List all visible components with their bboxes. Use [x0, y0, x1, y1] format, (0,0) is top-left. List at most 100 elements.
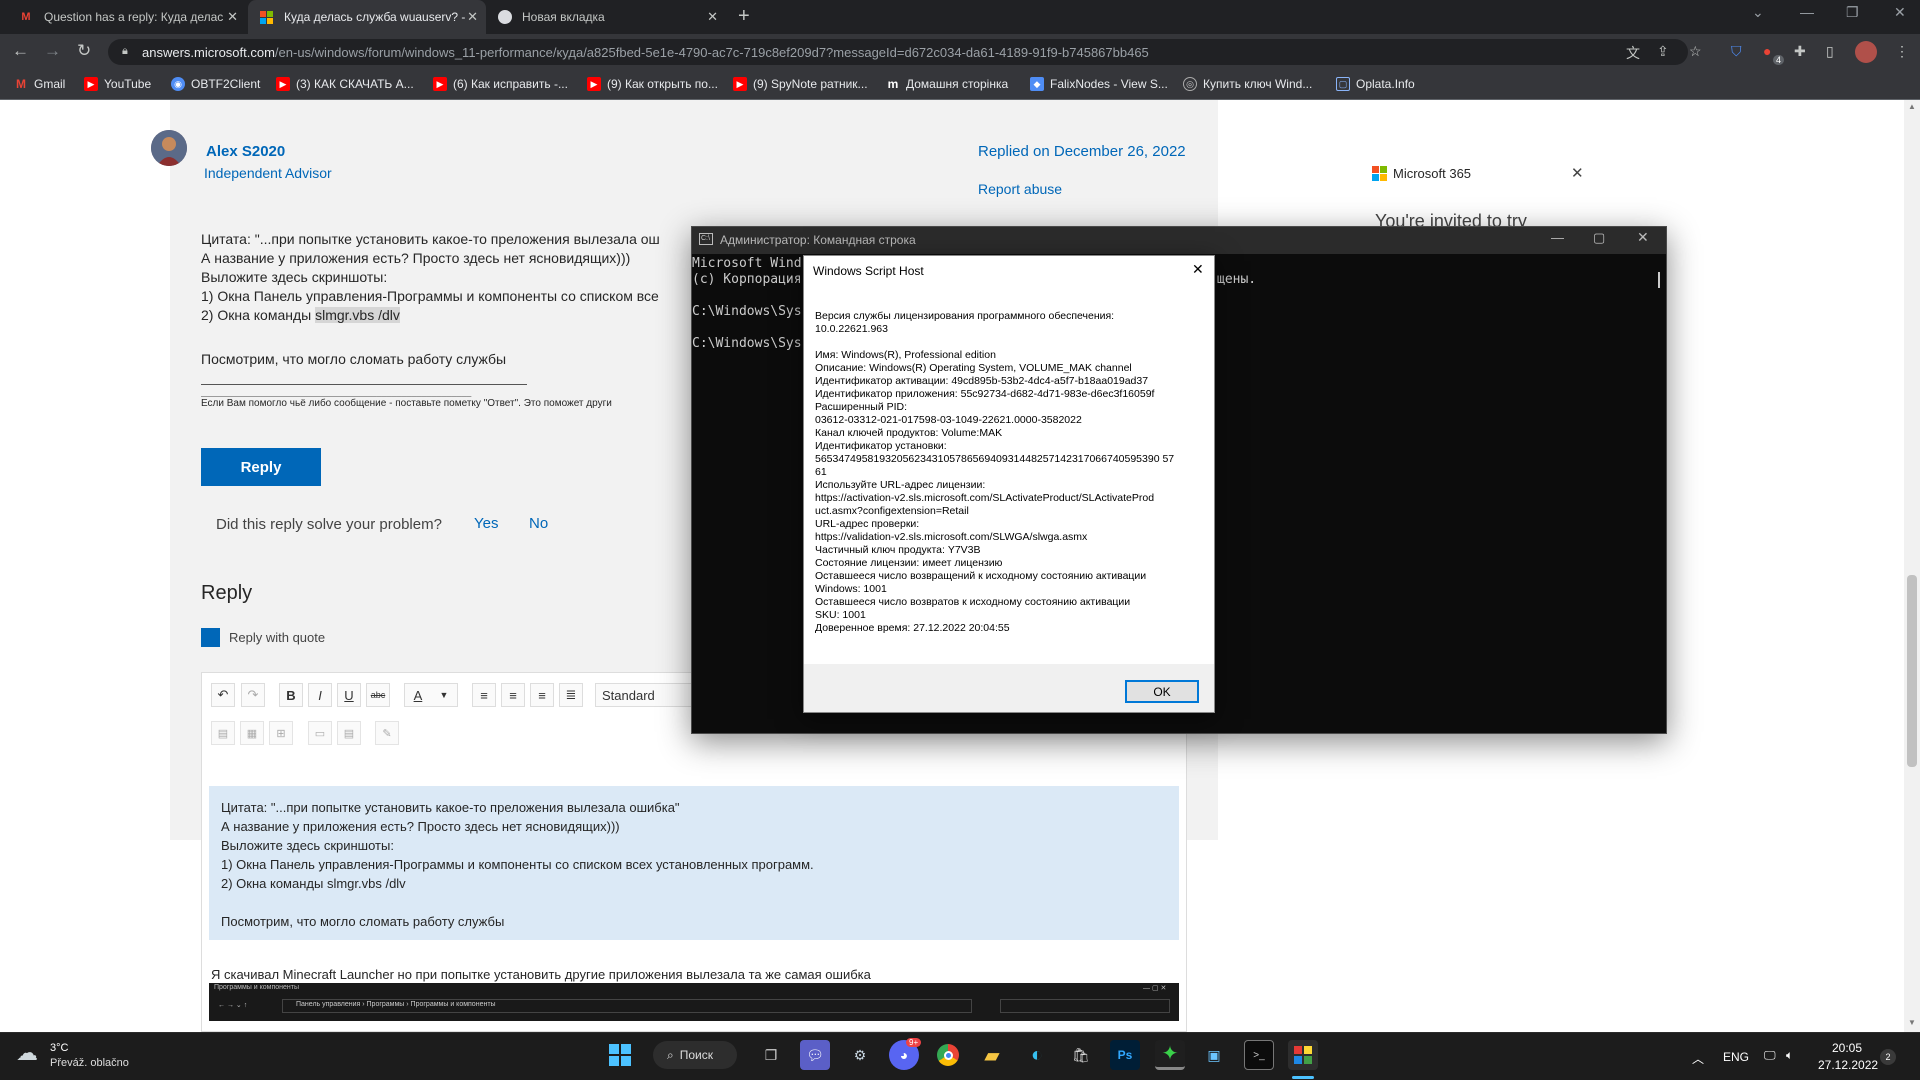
back-button[interactable]: ←	[12, 41, 29, 61]
cmd-close-button[interactable]: ✕	[1637, 229, 1649, 246]
weather-cloud-icon[interactable]: ☁	[16, 1040, 38, 1066]
no-button[interactable]: No	[529, 515, 548, 532]
steam-icon[interactable]: ⚙	[845, 1040, 875, 1070]
side-panel-icon[interactable]: ▯	[1826, 43, 1834, 60]
merge-cells-icon[interactable]: ▭	[308, 721, 332, 745]
settings-display-icon[interactable]: ▣	[1199, 1040, 1229, 1070]
cmd-minimize-button[interactable]: —	[1551, 230, 1564, 245]
table-insert-icon[interactable]: ▤	[211, 721, 235, 745]
tab-search-chevron-icon[interactable]: ⌄	[1752, 4, 1764, 21]
cmd-maximize-button[interactable]: ▢	[1593, 230, 1605, 246]
notification-count[interactable]: 2	[1880, 1049, 1896, 1065]
extension-alert-icon[interactable]: ●	[1763, 43, 1771, 59]
clock-date[interactable]: 27.12.2022	[1818, 1058, 1878, 1072]
bookmark-yt-3[interactable]: ▶ (9) Как открыть по...	[587, 77, 718, 91]
redo-icon[interactable]: ↷	[241, 683, 265, 707]
bookmark-oplata[interactable]: ▢ Oplata.Info	[1336, 77, 1415, 91]
file-explorer-icon[interactable]: ▰	[977, 1040, 1007, 1070]
clear-format-icon[interactable]: ✎	[375, 721, 399, 745]
dialog-close-button[interactable]: ✕	[1192, 261, 1204, 278]
photoshop-icon[interactable]: Ps	[1110, 1040, 1140, 1070]
clock-time[interactable]: 20:05	[1832, 1041, 1862, 1055]
close-icon[interactable]: ✕	[227, 9, 238, 25]
restore-button[interactable]: ❐	[1846, 4, 1859, 21]
scroll-down-icon[interactable]: ▼	[1908, 1018, 1916, 1027]
table-column-icon[interactable]: ⊞	[269, 721, 293, 745]
url-text[interactable]: answers.microsoft.com/en-us/windows/foru…	[142, 45, 1149, 60]
store-icon[interactable]: 🛍︎	[1066, 1040, 1096, 1070]
page-scrollbar-thumb[interactable]	[1907, 575, 1917, 767]
author-name[interactable]: Alex S2020	[206, 143, 285, 160]
tab-gmail[interactable]: M Question has a reply: Куда делас ✕	[8, 0, 246, 34]
edge-icon[interactable]: ◐	[1022, 1040, 1052, 1070]
scroll-up-icon[interactable]: ▲	[1908, 102, 1916, 111]
dialog-title: Windows Script Host	[813, 264, 924, 278]
weather-temp[interactable]: 3°C	[50, 1042, 68, 1054]
shield-extension-icon[interactable]: ⛉	[1731, 43, 1742, 60]
profile-avatar[interactable]	[1855, 41, 1877, 63]
strikethrough-button[interactable]: abc	[366, 683, 390, 707]
ok-button[interactable]: OK	[1125, 680, 1199, 703]
weather-desc[interactable]: Převáž. oblačno	[50, 1057, 129, 1069]
tab-new[interactable]: Новая вкладка ✕	[488, 0, 726, 34]
dialog-body: Версия службы лицензирования программног…	[815, 310, 1210, 635]
bookmark-star-icon[interactable]: ☆	[1689, 43, 1702, 60]
close-window-button[interactable]: ✕	[1894, 4, 1906, 21]
multicolor-app-icon[interactable]	[1288, 1040, 1318, 1070]
task-view-icon[interactable]: ❐	[756, 1040, 786, 1070]
align-justify-icon[interactable]: ≣	[559, 683, 583, 707]
close-icon[interactable]: ✕	[467, 9, 478, 25]
language-indicator[interactable]: ENG	[1723, 1050, 1749, 1064]
menu-kebab-icon[interactable]: ⋮	[1895, 43, 1909, 60]
taskbar-search[interactable]: ⌕ Поиск	[653, 1041, 737, 1069]
italic-button[interactable]: I	[308, 683, 332, 707]
chrome-icon[interactable]	[933, 1040, 963, 1070]
align-center-icon[interactable]: ≡	[501, 683, 525, 707]
user-reply-text[interactable]: Я скачивал Minecraft Launcher но при поп…	[211, 965, 871, 984]
cmd-scrollbar[interactable]	[1658, 272, 1660, 288]
bookmark-yt-2[interactable]: ▶ (6) Как исправить -...	[433, 77, 568, 91]
close-icon[interactable]: ✕	[707, 9, 718, 25]
undo-icon[interactable]: ↶	[211, 683, 235, 707]
share-icon[interactable]: ⇪	[1657, 43, 1669, 60]
terminal-icon[interactable]: >_	[1244, 1040, 1274, 1070]
reply-button[interactable]: Reply	[201, 448, 321, 486]
tab-active-answers[interactable]: Куда делась служба wuauserv? - ✕	[248, 0, 486, 34]
ms365-banner[interactable]: Microsoft 365	[1372, 166, 1471, 181]
puzzle-extensions-icon[interactable]: ✚	[1794, 43, 1806, 60]
page-scrollbar[interactable]	[1904, 100, 1920, 1032]
bookmark-obtf2[interactable]: ◉ OBTF2Client	[171, 77, 260, 91]
author-avatar[interactable]	[151, 130, 187, 166]
new-tab-button[interactable]: +	[738, 5, 750, 28]
lock-icon[interactable]: 🔒︎	[122, 45, 128, 58]
ms365-close-icon[interactable]: ✕	[1571, 164, 1584, 182]
yes-button[interactable]: Yes	[474, 515, 498, 532]
teams-chat-icon[interactable]: 💬︎	[800, 1040, 830, 1070]
format-select[interactable]: Standard	[595, 683, 695, 707]
tray-overflow-icon[interactable]: ︿	[1692, 1050, 1704, 1067]
bookmark-falixnodes[interactable]: ◆ FalixNodes - View S...	[1030, 77, 1168, 91]
network-icon[interactable]: 🖵︎	[1764, 1048, 1776, 1063]
translate-icon[interactable]: 文	[1626, 43, 1640, 63]
bookmark-youtube[interactable]: ▶ YouTube	[84, 77, 151, 91]
bookmark-buy-key[interactable]: ◎ Купить ключ Wind...	[1183, 77, 1312, 91]
bookmark-yt-1[interactable]: ▶ (3) КАК СКАЧАТЬ А...	[276, 77, 414, 91]
report-abuse-link[interactable]: Report abuse	[978, 181, 1062, 197]
minimize-button[interactable]: —	[1800, 4, 1814, 20]
start-windows-icon[interactable]	[605, 1040, 635, 1070]
bold-button[interactable]: B	[279, 683, 303, 707]
table-row-icon[interactable]: ▦	[240, 721, 264, 745]
reload-button[interactable]: ↻	[77, 41, 91, 61]
align-left-icon[interactable]: ≡	[472, 683, 496, 707]
font-color-button[interactable]: A ▼	[404, 683, 458, 707]
bookmark-home-page[interactable]: m Домашня сторінка	[886, 77, 1008, 91]
align-right-icon[interactable]: ≡	[530, 683, 554, 707]
green-app-icon[interactable]: ✦	[1155, 1040, 1185, 1070]
split-cells-icon[interactable]: ▤	[337, 721, 361, 745]
forward-button[interactable]: →	[44, 41, 61, 61]
reply-with-quote-checkbox[interactable]	[201, 628, 220, 647]
volume-icon[interactable]: 🔈︎	[1786, 1048, 1793, 1063]
bookmark-gmail[interactable]: M Gmail	[14, 77, 65, 91]
bookmark-yt-4[interactable]: ▶ (9) SpyNote ратник...	[733, 77, 868, 91]
underline-button[interactable]: U	[337, 683, 361, 707]
